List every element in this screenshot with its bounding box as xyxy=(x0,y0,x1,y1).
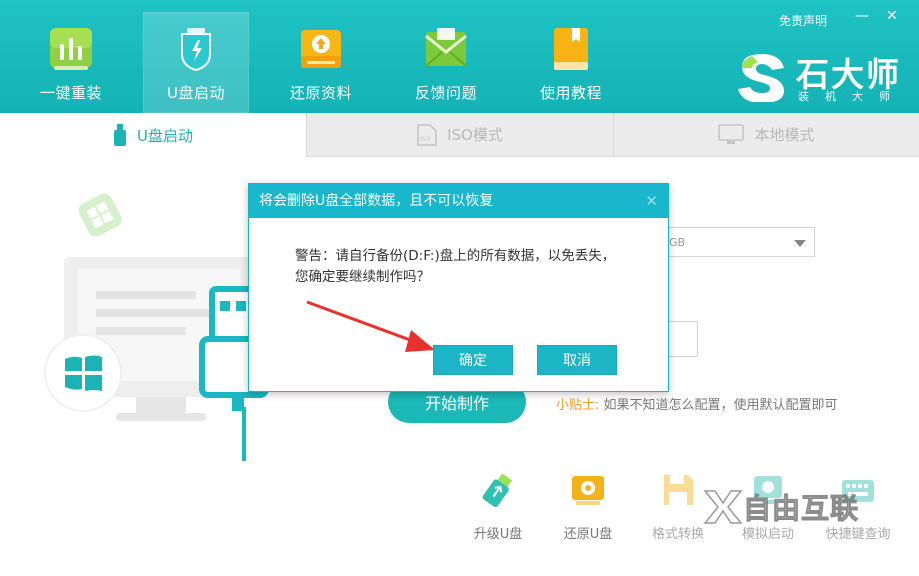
nav-item-restore-data[interactable]: 还原资料 xyxy=(268,12,374,113)
tool-restore-usb[interactable]: 还原U盘 xyxy=(548,472,628,542)
usb-drive-icon xyxy=(114,124,126,146)
tool-label: 还原U盘 xyxy=(563,527,613,542)
nav-label: 还原资料 xyxy=(289,84,352,102)
nav-label: 反馈问题 xyxy=(414,84,477,102)
tool-label: 升级U盘 xyxy=(473,527,523,542)
iso-file-icon: ISO xyxy=(417,123,437,146)
close-button[interactable]: ✕ xyxy=(886,8,898,24)
confirm-button[interactable]: 确定 xyxy=(433,345,513,375)
tab-iso-mode[interactable]: ISO ISO模式 xyxy=(306,113,613,157)
device-select[interactable]: GB xyxy=(660,227,815,257)
nav-label: U盘启动 xyxy=(167,84,225,102)
chart-icon xyxy=(50,28,92,70)
tip-text: 小贴士: 如果不知道怎么配置，使用默认配置即可 xyxy=(556,394,838,413)
tab-label: U盘启动 xyxy=(137,126,193,145)
device-select-value: GB xyxy=(669,236,686,249)
envelope-icon xyxy=(425,28,467,67)
tool-upgrade-usb[interactable]: 升级U盘 xyxy=(458,472,538,542)
dialog-close-button[interactable]: ✕ xyxy=(645,184,658,218)
logo-subtitle: 装机大师 xyxy=(798,90,906,103)
watermark: 自由互联 xyxy=(703,485,883,535)
dialog-title: 将会删除U盘全部数据，且不可以恢复 xyxy=(249,184,668,218)
usb-shield-icon xyxy=(181,28,211,72)
nav-label: 一键重装 xyxy=(39,84,102,102)
red-arrow-annotation xyxy=(306,300,435,352)
brand-logo: 石大师 装机大师 xyxy=(738,48,908,106)
tab-label: 本地模式 xyxy=(754,126,815,144)
nav-item-one-click-reinstall[interactable]: 一键重装 xyxy=(18,12,124,113)
top-header: 一键重装 U盘启动 还原资料 反馈问题 使用教程 免责声明 — ✕ 石大师 装机… xyxy=(0,0,919,113)
minimize-button[interactable]: — xyxy=(855,8,869,24)
tip-message: 如果不知道怎么配置，使用默认配置即可 xyxy=(603,398,838,413)
monitor-icon xyxy=(718,123,745,144)
mode-tabs: U盘启动 ISO ISO模式 本地模式 xyxy=(0,113,919,157)
usb-upgrade-icon xyxy=(482,473,513,508)
usb-restore-icon xyxy=(572,476,604,505)
dialog-message-line2: 您确定要继续制作吗？ xyxy=(295,269,430,285)
nav-item-feedback[interactable]: 反馈问题 xyxy=(393,12,499,113)
confirm-dialog: 将会删除U盘全部数据，且不可以恢复 ✕ 警告：请自行备份(D:F:)盘上的所有数… xyxy=(248,183,669,392)
floppy-icon xyxy=(664,475,693,505)
nav-label: 使用教程 xyxy=(539,84,602,102)
cancel-button[interactable]: 取消 xyxy=(537,345,617,375)
tip-label: 小贴士: xyxy=(556,398,600,413)
tab-usb-boot[interactable]: U盘启动 xyxy=(0,113,306,157)
tab-local-mode[interactable]: 本地模式 xyxy=(613,113,919,157)
disclaimer-link[interactable]: 免责声明 xyxy=(779,12,827,29)
dialog-message-line1: 警告：请自行备份(D:F:)盘上的所有数据，以免丢失， xyxy=(295,248,616,264)
book-icon xyxy=(554,28,588,70)
nav-item-tutorial[interactable]: 使用教程 xyxy=(518,12,624,113)
svg-text:ISO: ISO xyxy=(420,136,431,143)
watermark-text: 自由互联 xyxy=(742,492,860,526)
dialog-message: 警告：请自行备份(D:F:)盘上的所有数据，以免丢失， 您确定要继续制作吗？ xyxy=(295,246,615,288)
nav-item-usb-boot[interactable]: U盘启动 xyxy=(143,12,249,113)
chevron-down-icon xyxy=(794,240,806,247)
watermark-x-icon xyxy=(703,490,743,524)
tab-label: ISO模式 xyxy=(447,126,503,144)
restore-upload-icon xyxy=(301,30,341,68)
logo-mark-icon xyxy=(738,54,784,102)
